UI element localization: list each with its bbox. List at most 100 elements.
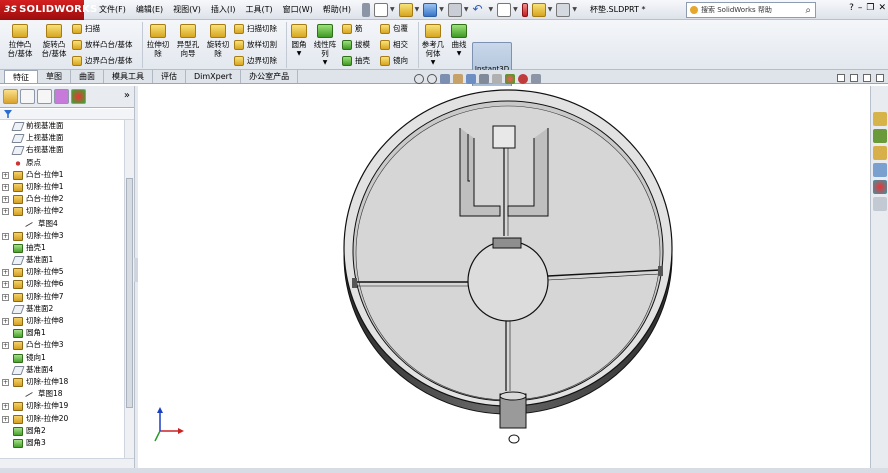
tree-vertical-scrollbar[interactable]: [124, 120, 134, 458]
expand-toggle-icon[interactable]: +: [2, 183, 9, 191]
configurationmanager-tab-icon[interactable]: [37, 89, 52, 104]
viewport-maximize-icon[interactable]: [876, 74, 884, 82]
curves-button[interactable]: 曲线 ▼: [448, 24, 470, 58]
expand-toggle-icon[interactable]: +: [2, 378, 9, 386]
tree-item[interactable]: 原点: [0, 157, 124, 169]
linear-pattern-button[interactable]: 线性阵列 ▼: [312, 24, 338, 67]
zoom-area-icon[interactable]: [427, 74, 437, 84]
options-icon[interactable]: [556, 2, 571, 17]
minimize-button[interactable]: –: [858, 3, 863, 13]
tree-item[interactable]: 草图4: [0, 218, 124, 230]
edit-appearance-icon[interactable]: [505, 74, 515, 84]
shell-button[interactable]: 抽壳: [342, 55, 370, 66]
help-search-input[interactable]: 搜索 SolidWorks 帮助 ⌕: [686, 2, 816, 18]
tree-item[interactable]: + 凸台-拉伸1: [0, 169, 124, 181]
file-explorer-icon[interactable]: [873, 146, 887, 160]
file-properties-icon[interactable]: [531, 2, 546, 17]
tab-office-products[interactable]: 办公室产品: [241, 70, 299, 83]
previous-view-icon[interactable]: [440, 74, 450, 84]
expand-toggle-icon[interactable]: +: [2, 232, 9, 240]
tree-item[interactable]: 右视基准面: [0, 144, 124, 156]
boundary-cut-button[interactable]: 边界切除: [234, 55, 277, 66]
pin-icon[interactable]: [362, 2, 371, 17]
menu-tools[interactable]: 工具(T): [240, 0, 277, 20]
reference-geometry-button[interactable]: 参考几何体 ▼: [420, 24, 446, 67]
tree-item[interactable]: 圆角1: [0, 327, 124, 339]
extrude-cut-button[interactable]: 拉伸切除: [144, 24, 172, 58]
tree-item[interactable]: + 切除-拉伸2: [0, 205, 124, 217]
expand-toggle-icon[interactable]: +: [2, 342, 9, 350]
swept-cut-button[interactable]: 扫描切除: [234, 23, 277, 34]
tree-item[interactable]: + 凸台-拉伸3: [0, 339, 124, 351]
select-pointer-icon[interactable]: [497, 2, 512, 17]
tree-item[interactable]: + 切除-拉伸20: [0, 413, 124, 425]
propertymanager-tab-icon[interactable]: [20, 89, 35, 104]
extrude-boss-button[interactable]: 拉伸凸台/基体: [4, 24, 36, 58]
tree-item[interactable]: 基准面4: [0, 364, 124, 376]
menu-file[interactable]: 文件(F): [94, 0, 131, 20]
tree-item[interactable]: + 切除-拉伸19: [0, 400, 124, 412]
menu-window[interactable]: 窗口(W): [278, 0, 318, 20]
tree-item[interactable]: 抽壳1: [0, 242, 124, 254]
draft-button[interactable]: 拔模: [342, 39, 370, 50]
revolve-cut-button[interactable]: 旋转切除: [204, 24, 232, 58]
tree-item[interactable]: + 切除-拉伸18: [0, 376, 124, 388]
tree-item[interactable]: + 切除-拉伸3: [0, 230, 124, 242]
expand-toggle-icon[interactable]: +: [2, 415, 9, 423]
tab-mold-tools[interactable]: 模具工具: [104, 70, 153, 83]
new-document-icon[interactable]: [374, 2, 389, 17]
graphics-area[interactable]: [138, 86, 870, 468]
intersect-button[interactable]: 相交: [380, 39, 408, 50]
help-menu-icon[interactable]: ?: [849, 3, 854, 13]
hole-wizard-button[interactable]: 异型孔向导: [174, 24, 202, 58]
open-folder-icon[interactable]: [398, 2, 413, 17]
tree-item[interactable]: + 切除-拉伸7: [0, 291, 124, 303]
wrap-button[interactable]: 包覆: [380, 23, 408, 34]
tab-evaluate[interactable]: 评估: [153, 70, 186, 83]
restore-button[interactable]: ❐: [866, 3, 874, 13]
tree-horizontal-scrollbar[interactable]: [0, 458, 135, 468]
viewport-single-icon[interactable]: [837, 74, 845, 82]
save-icon[interactable]: [423, 2, 438, 17]
tab-dimxpert[interactable]: DimXpert: [186, 70, 242, 83]
zoom-to-fit-icon[interactable]: [414, 74, 424, 84]
apply-scene-icon[interactable]: [518, 74, 528, 84]
print-icon[interactable]: [447, 2, 462, 17]
expand-toggle-icon[interactable]: +: [2, 171, 9, 179]
coaster-model[interactable]: [343, 89, 673, 444]
displaymanager-tab-icon[interactable]: [71, 89, 86, 104]
expand-toggle-icon[interactable]: +: [2, 208, 9, 216]
model-view[interactable]: [138, 86, 870, 468]
tree-item[interactable]: + 切除-拉伸5: [0, 266, 124, 278]
tree-item[interactable]: 上视基准面: [0, 132, 124, 144]
sweep-button[interactable]: 扫描: [72, 23, 100, 34]
close-button[interactable]: ✕: [878, 3, 886, 13]
lofted-cut-button[interactable]: 放样切割: [234, 39, 277, 50]
view-palette-icon[interactable]: [873, 163, 887, 177]
scrollbar-thumb[interactable]: [126, 178, 133, 408]
tree-item[interactable]: 镜向1: [0, 352, 124, 364]
expand-toggle-icon[interactable]: +: [2, 269, 9, 277]
rebuild-icon[interactable]: [521, 2, 528, 17]
undo-icon[interactable]: ↶: [473, 3, 487, 17]
mirror-button[interactable]: 镜向: [380, 55, 408, 66]
featuremanager-tab-icon[interactable]: [3, 89, 18, 104]
search-icon[interactable]: ⌕: [805, 4, 811, 18]
viewport-restore-icon[interactable]: [863, 74, 871, 82]
section-view-icon[interactable]: [453, 74, 463, 84]
expand-toggle-icon[interactable]: +: [2, 293, 9, 301]
tree-item[interactable]: + 切除-拉伸6: [0, 278, 124, 290]
tree-item[interactable]: 圆角3: [0, 437, 124, 449]
tab-surfaces[interactable]: 曲面: [71, 70, 104, 83]
tree-item[interactable]: + 切除-拉伸1: [0, 181, 124, 193]
tree-item[interactable]: 前视基准面: [0, 120, 124, 132]
hide-show-items-icon[interactable]: [492, 74, 502, 84]
expand-toggle-icon[interactable]: +: [2, 281, 9, 289]
view-orientation-icon[interactable]: [466, 74, 476, 84]
appearances-icon[interactable]: [873, 180, 887, 194]
dimxpertmanager-tab-icon[interactable]: [54, 89, 69, 104]
boundary-boss-button[interactable]: 边界凸台/基体: [72, 55, 133, 66]
view-settings-icon[interactable]: [531, 74, 541, 84]
display-style-icon[interactable]: [479, 74, 489, 84]
revolve-boss-button[interactable]: 旋转凸台/基体: [38, 24, 70, 58]
